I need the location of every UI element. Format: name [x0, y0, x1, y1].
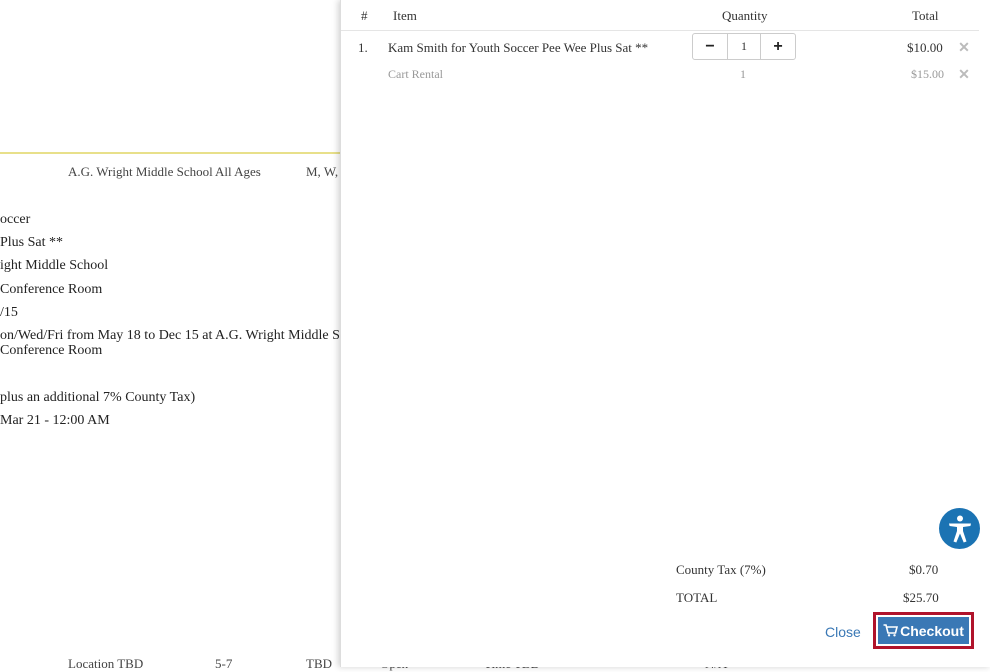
- checkout-label: Checkout: [900, 622, 964, 639]
- divider-line: [0, 152, 345, 154]
- detail-line: plus an additional 7% County Tax): [0, 390, 196, 405]
- tax-value: $0.70: [909, 562, 939, 577]
- cart-panel: # Item Quantity Total 1. Kam Smith for Y…: [340, 0, 990, 667]
- detail-line: ight Middle School: [0, 258, 109, 273]
- total-value: $25.70: [903, 590, 939, 605]
- header-num: #: [361, 8, 368, 23]
- session-ages: 5-7: [215, 656, 233, 671]
- header-total: Total: [912, 8, 939, 23]
- quantity-value[interactable]: 1: [727, 34, 761, 59]
- checkout-highlight: Checkout: [873, 612, 974, 649]
- cart-table-header: # Item Quantity Total: [341, 0, 979, 31]
- item-total: $15.00: [911, 67, 944, 81]
- plus-icon[interactable]: +: [761, 34, 795, 59]
- detail-line: on/Wed/Fri from May 18 to Dec 15 at A.G.…: [0, 328, 347, 343]
- accessibility-icon[interactable]: [939, 508, 980, 549]
- remove-item-icon[interactable]: ✕: [958, 67, 970, 81]
- session-ages: All Ages: [215, 164, 261, 179]
- detail-line: /15: [0, 305, 18, 320]
- close-button[interactable]: Close: [825, 624, 861, 640]
- session-location: A.G. Wright Middle School: [68, 164, 213, 179]
- item-name: Cart Rental: [388, 67, 443, 81]
- detail-line: Plus Sat **: [0, 235, 64, 250]
- cart-icon: [883, 624, 899, 637]
- session-days: TBD: [306, 656, 332, 671]
- detail-line: occer: [0, 212, 31, 227]
- item-total: $10.00: [907, 40, 943, 55]
- session-days: M, W,: [306, 164, 339, 179]
- header-quantity: Quantity: [722, 8, 768, 23]
- session-location: Location TBD: [68, 656, 144, 671]
- header-item: Item: [393, 8, 417, 23]
- minus-icon[interactable]: −: [693, 34, 727, 59]
- tax-label: County Tax (7%): [676, 562, 766, 577]
- checkout-button[interactable]: Checkout: [878, 617, 969, 644]
- total-label: TOTAL: [676, 590, 718, 605]
- item-name: Kam Smith for Youth Soccer Pee Wee Plus …: [388, 40, 649, 55]
- quantity-stepper: − 1 +: [692, 33, 796, 60]
- detail-line: Conference Room: [0, 343, 103, 358]
- detail-line: Mar 21 - 12:00 AM: [0, 413, 110, 428]
- item-qty: 1: [740, 67, 746, 81]
- remove-item-icon[interactable]: ✕: [958, 40, 970, 54]
- person-icon: [948, 515, 971, 542]
- detail-line: Conference Room: [0, 282, 103, 297]
- item-num: 1.: [358, 40, 368, 55]
